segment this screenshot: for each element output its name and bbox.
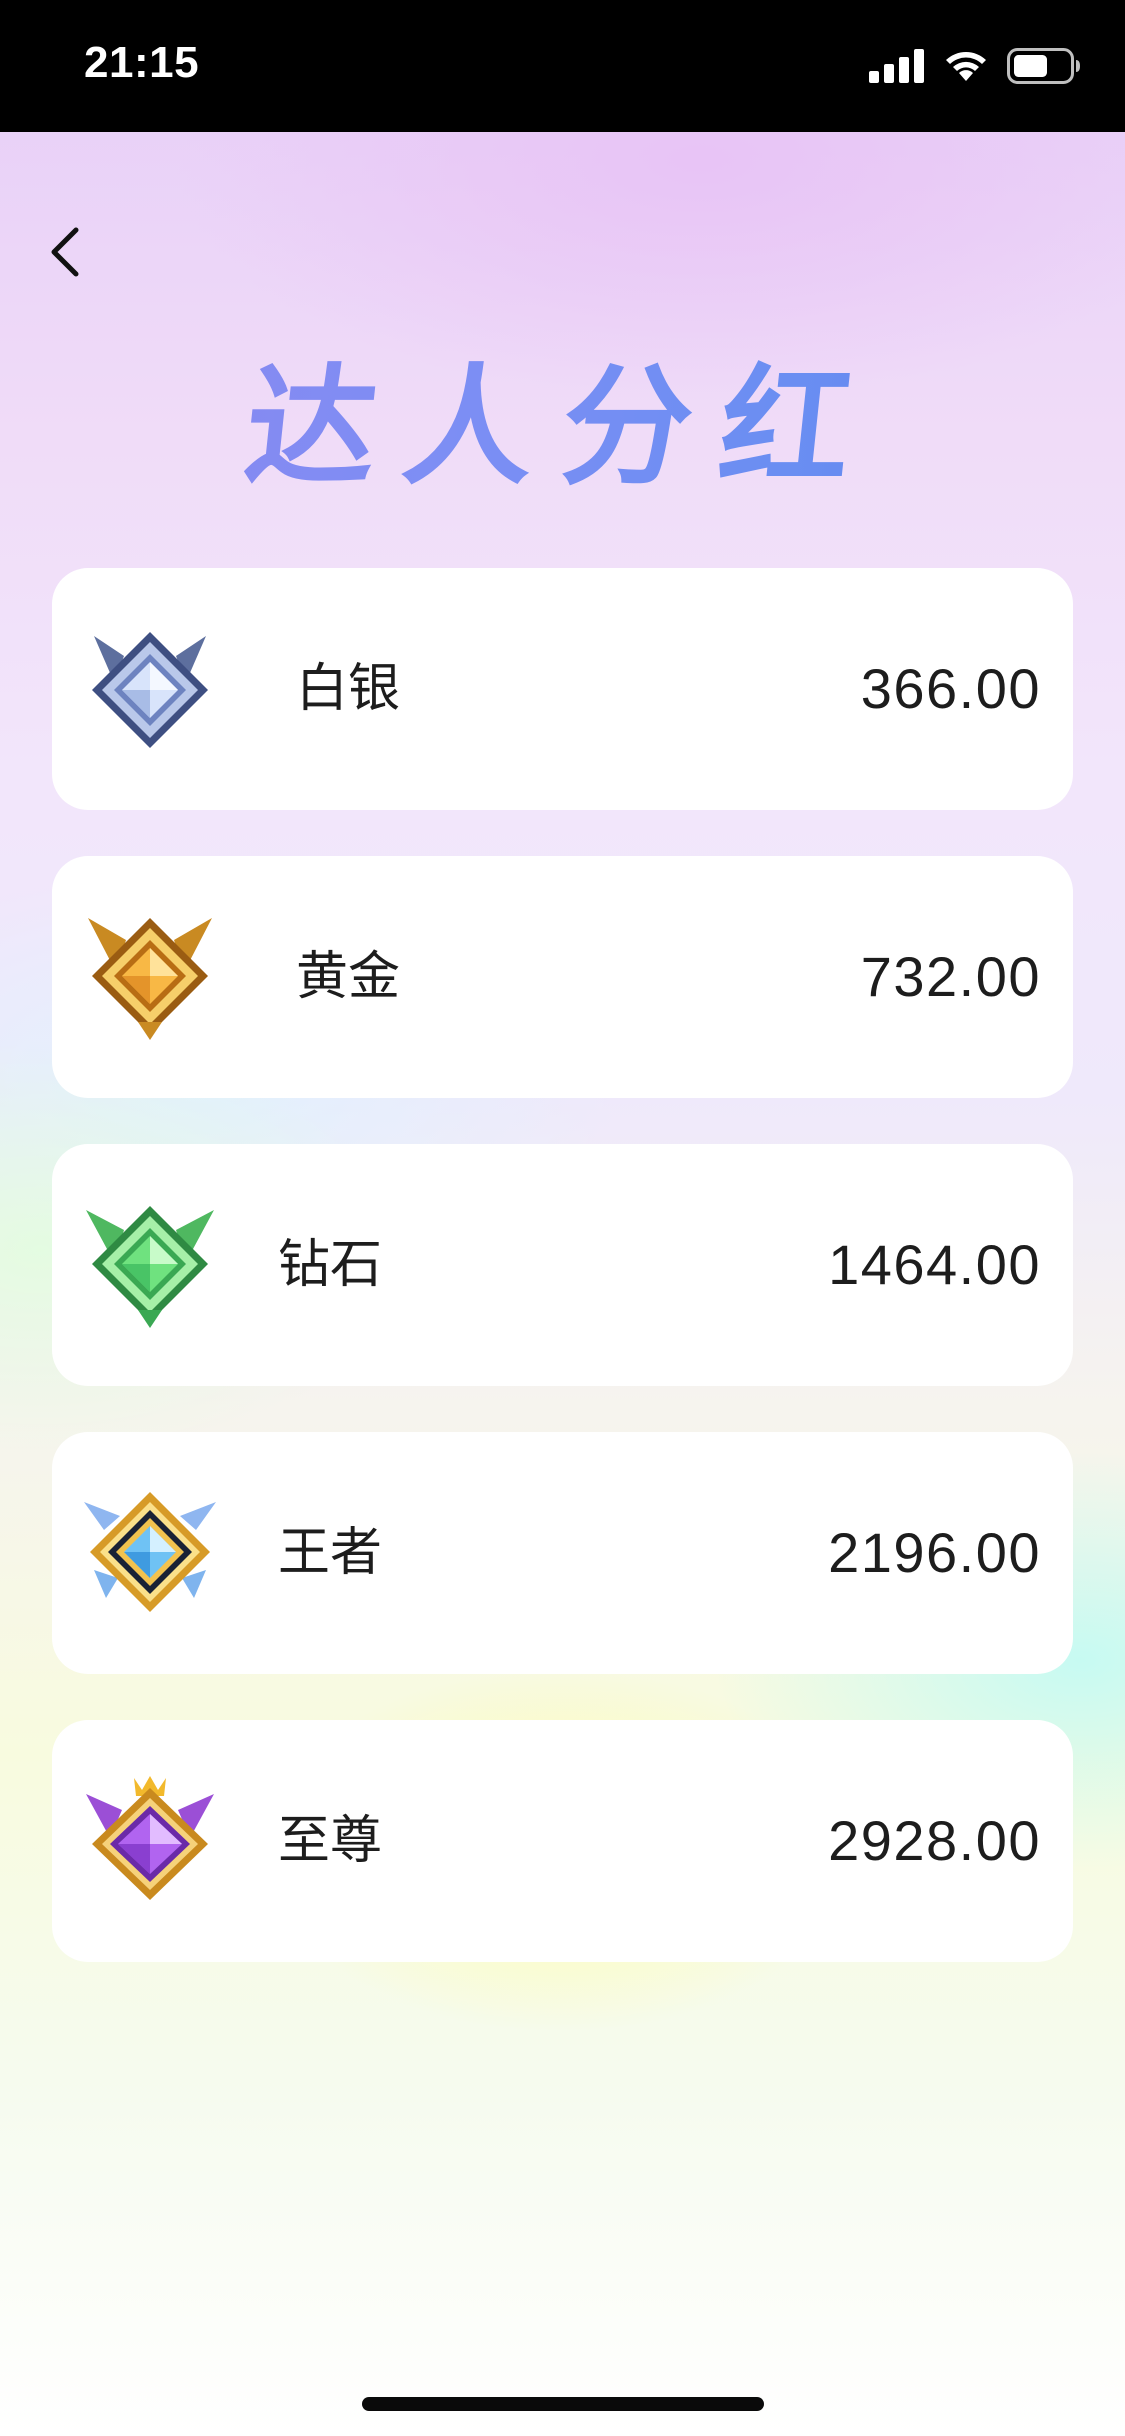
tier-name: 至尊 (278, 1811, 383, 1871)
status-time: 21:15 (84, 38, 200, 87)
tier-amount: 2196.00 (828, 1521, 1041, 1584)
tier-name: 白银 (296, 659, 401, 719)
wifi-icon (946, 52, 986, 81)
status-bar: 21:15 (0, 0, 1125, 132)
chevron-left-icon (51, 227, 79, 277)
tier-list: 白银 366.00 黄金 732.00 钻石 1464.00 王者 2196.0… (52, 568, 1073, 2008)
tier-amount: 366.00 (860, 657, 1041, 720)
page-title: 达人分红 (0, 351, 1125, 503)
home-indicator[interactable] (362, 2397, 764, 2411)
tier-card-gold[interactable]: 黄金 732.00 (52, 856, 1073, 1098)
back-button[interactable] (40, 220, 94, 284)
tier-amount: 732.00 (860, 945, 1041, 1008)
tier-card-diamond[interactable]: 钻石 1464.00 (52, 1144, 1073, 1386)
diamond-rank-badge-icon (86, 1206, 214, 1328)
status-icons (869, 48, 1081, 84)
tier-name: 王者 (278, 1523, 383, 1583)
tier-name: 钻石 (278, 1235, 383, 1295)
supreme-rank-badge-icon (86, 1776, 214, 1900)
silver-rank-badge-icon (92, 632, 208, 748)
battery-icon (1007, 48, 1080, 84)
tier-amount: 2928.00 (828, 1809, 1041, 1872)
tier-dividend-page: 21:15 达人分红 白银 366.00 黄金 732.00 钻石 1464.0… (0, 0, 1125, 2436)
tier-amount: 1464.00 (828, 1233, 1041, 1296)
tier-card-king[interactable]: 王者 2196.00 (52, 1432, 1073, 1674)
tier-name: 黄金 (296, 947, 401, 1007)
tier-card-silver[interactable]: 白银 366.00 (52, 568, 1073, 810)
king-rank-badge-icon (84, 1492, 216, 1612)
signal-icon (869, 49, 924, 83)
gold-rank-badge-icon (88, 918, 212, 1040)
tier-card-supreme[interactable]: 至尊 2928.00 (52, 1720, 1073, 1962)
